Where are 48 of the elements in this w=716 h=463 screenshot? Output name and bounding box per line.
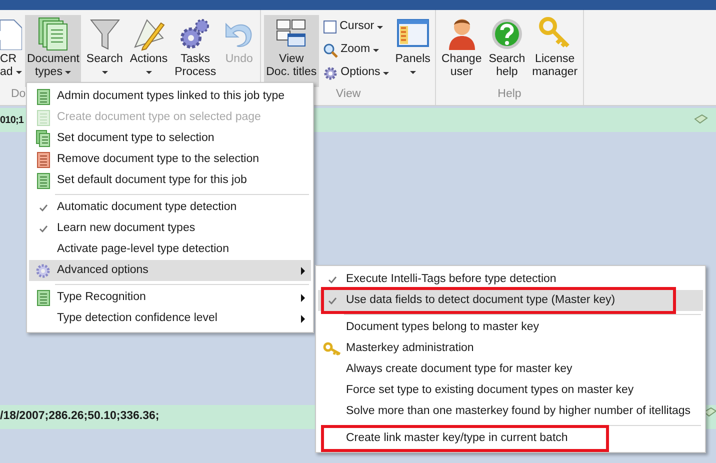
group-label: View	[336, 88, 361, 100]
document-icon	[36, 172, 50, 188]
ribbon-button[interactable]: Zoom	[322, 39, 390, 61]
menu-item[interactable]: Automatic document type detection	[29, 197, 311, 218]
group-label: Do	[11, 88, 26, 100]
gear-icon	[322, 66, 338, 80]
menu-item[interactable]: Activate page-level type detection	[29, 239, 311, 260]
ribbon-button[interactable]: Panels	[393, 15, 432, 87]
group-label: Help	[498, 88, 522, 100]
menu-item[interactable]: Type Recognition	[29, 287, 311, 308]
ribbon-button[interactable]: Cursor	[322, 16, 390, 38]
ribbon-button[interactable]: Document types	[25, 15, 82, 87]
menu-item[interactable]: Remove document type to the selection	[29, 149, 311, 170]
menu-item[interactable]: Always create document type for master key	[318, 359, 703, 380]
ticket-icon	[703, 407, 716, 418]
ribbon-button[interactable]: Search help	[486, 15, 528, 87]
menu-item[interactable]: Learn new document types	[29, 218, 311, 239]
menu-item[interactable]: Set default document type for this job	[29, 170, 311, 191]
square-icon	[322, 20, 337, 34]
menu-item[interactable]: Force set type to existing document types on master key	[318, 380, 703, 401]
menu-item[interactable]: Execute Intelli-Tags before type detection	[318, 269, 703, 290]
key-icon	[323, 342, 341, 356]
documents-icon	[37, 15, 70, 53]
document-icon	[36, 88, 50, 104]
ribbon-button[interactable]: View Doc. titles	[264, 15, 319, 87]
ticket-icon	[694, 114, 708, 125]
menu-item[interactable]: Set document type to selection	[29, 128, 311, 149]
gear-icon	[35, 262, 51, 278]
record-text: /18/2007;286.26;50.10;336.36;	[0, 409, 160, 424]
ribbon-button[interactable]: Options	[322, 62, 390, 84]
ribbon-button[interactable]: Change user	[439, 15, 484, 87]
record-text: 010;1	[0, 114, 24, 128]
menu-item[interactable]: Type detection confidence level	[29, 308, 311, 329]
ribbon-button[interactable]: CR ad	[0, 15, 22, 87]
menu-item[interactable]: Admin document types linked to this job type	[29, 86, 311, 107]
document-icon	[36, 152, 50, 168]
documents-icon	[36, 130, 50, 147]
document-icon	[36, 290, 50, 306]
menu-item[interactable]: Solve more than one masterkey found by higher number of itellitags	[318, 401, 703, 422]
menu-item[interactable]: Masterkey administration	[318, 338, 703, 359]
ribbon-button[interactable]: License manager	[530, 15, 580, 87]
magnifier-icon	[322, 42, 338, 58]
menu-item[interactable]: Create link master key/type in current batch	[318, 428, 703, 449]
menu-item[interactable]: Document types belong to master key	[318, 317, 703, 338]
document-icon	[36, 110, 50, 126]
menu-item[interactable]: Advanced options	[29, 260, 311, 281]
ribbon-button[interactable]: Tasks Process	[172, 15, 218, 87]
menu-item[interactable]: Use data fields to detect document type (Master key)	[318, 290, 703, 311]
